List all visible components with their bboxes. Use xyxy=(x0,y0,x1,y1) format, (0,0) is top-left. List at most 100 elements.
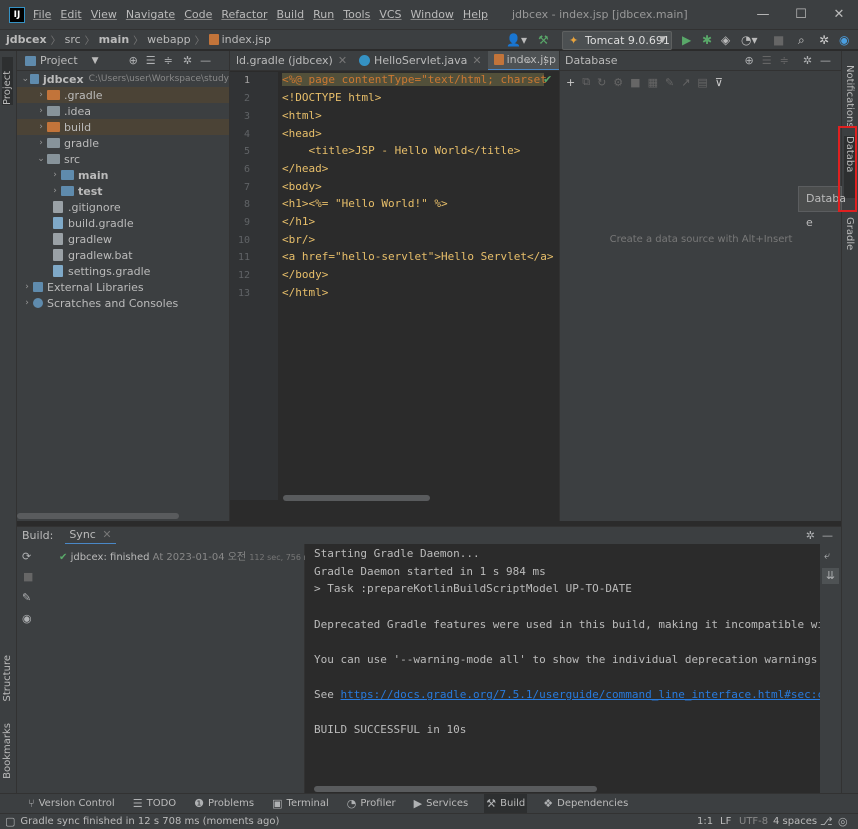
tree-item-gradle-dir[interactable]: › .gradle xyxy=(17,87,229,103)
expand-all-icon[interactable]: ≑ xyxy=(164,54,173,67)
status-message[interactable]: Gradle sync finished in 12 s 708 ms (mom… xyxy=(20,816,279,827)
hide-panel-icon[interactable]: — xyxy=(822,529,833,542)
stop-icon[interactable]: ■ xyxy=(630,76,640,89)
breadcrumb-src[interactable]: src xyxy=(65,33,81,46)
tab-services[interactable]: ▶ Services xyxy=(412,794,471,814)
options-gear-icon[interactable]: ✲ xyxy=(806,529,815,542)
tree-item-build-gradle[interactable]: build.gradle xyxy=(17,215,229,231)
tree-item-external-libraries[interactable]: › External Libraries xyxy=(17,279,229,295)
more-options-icon[interactable]: ⋮ xyxy=(540,54,551,67)
hide-panel-icon[interactable]: — xyxy=(200,54,211,67)
menu-view[interactable]: View xyxy=(91,8,117,21)
tree-item-gradle[interactable]: › gradle xyxy=(17,135,229,151)
menu-help[interactable]: Help xyxy=(463,8,488,21)
breadcrumb-project[interactable]: jdbcex xyxy=(6,33,47,46)
tab-sync[interactable]: Sync ✕ xyxy=(65,527,116,545)
docs-link[interactable]: https://docs.gradle.org/7.5.1/userguide/… xyxy=(341,688,821,701)
build-hammer-icon[interactable]: ⚒ xyxy=(538,30,549,51)
soft-wrap-icon[interactable]: ⤶ xyxy=(824,549,830,563)
add-icon[interactable]: + xyxy=(566,76,575,89)
tree-item-main[interactable]: › main xyxy=(17,167,229,183)
scroll-to-end-icon[interactable]: ⇊ xyxy=(822,568,839,584)
code-line[interactable]: </body> xyxy=(282,268,328,281)
horizontal-scrollbar[interactable] xyxy=(17,513,179,519)
jump-icon[interactable]: ↗ xyxy=(681,76,690,89)
pin-icon[interactable]: ✎ xyxy=(22,591,31,604)
console-icon[interactable]: ▤ xyxy=(697,76,707,89)
tab-todo[interactable]: ☰ TODO xyxy=(131,794,178,814)
close-tab-icon[interactable]: ✕ xyxy=(102,528,111,541)
hide-panel-icon[interactable]: — xyxy=(820,54,831,67)
tree-item-gitignore[interactable]: .gitignore xyxy=(17,199,229,215)
structure-tool-button[interactable]: Structure xyxy=(2,655,13,702)
stop-icon[interactable]: ■ xyxy=(773,30,784,51)
user-icon[interactable]: 👤▾ xyxy=(506,30,527,51)
filter-icon[interactable]: ⊽ xyxy=(715,76,723,89)
tree-item-settings-gradle[interactable]: settings.gradle xyxy=(17,263,229,279)
tab-dependencies[interactable]: ❖ Dependencies xyxy=(541,794,630,814)
horizontal-scrollbar[interactable] xyxy=(283,495,430,501)
tab-hello-servlet[interactable]: HelloServlet.java ✕ xyxy=(353,51,488,70)
tree-item-test[interactable]: › test xyxy=(17,183,229,199)
code-line[interactable]: <body> xyxy=(282,180,322,193)
build-console[interactable]: Starting Gradle Daemon... Gradle Daemon … xyxy=(305,544,820,793)
code-line[interactable]: <html> xyxy=(282,109,322,122)
eye-icon[interactable]: ◉ xyxy=(22,612,32,625)
close-tab-icon[interactable]: ✕ xyxy=(472,51,481,70)
menu-window[interactable]: Window xyxy=(411,8,454,21)
chevron-down-icon[interactable]: ▼ xyxy=(92,56,99,66)
sync-icon[interactable]: ⟳ xyxy=(22,550,31,563)
edit-icon[interactable]: ✎ xyxy=(665,76,674,89)
menu-code[interactable]: Code xyxy=(184,8,212,21)
code-line[interactable]: </h1> xyxy=(282,215,315,228)
menu-edit[interactable]: Edit xyxy=(60,8,81,21)
gradle-tool-button[interactable]: Gradle xyxy=(844,217,855,250)
close-tab-icon[interactable]: ✕ xyxy=(338,51,347,70)
minimize-icon[interactable]: — xyxy=(744,0,782,29)
memory-indicator-icon[interactable]: ◎ xyxy=(838,815,848,828)
jetbrains-icon[interactable]: ◉ xyxy=(839,30,849,51)
tree-item-gradlew[interactable]: gradlew xyxy=(17,231,229,247)
tree-item-build[interactable]: › build xyxy=(17,119,229,135)
settings-gear-icon[interactable]: ✲ xyxy=(819,30,829,51)
breadcrumb-file[interactable]: index.jsp xyxy=(222,33,271,46)
code-line[interactable]: </html> xyxy=(282,286,328,299)
code-line[interactable]: <head> xyxy=(282,127,322,140)
tree-item-src[interactable]: ⌄ src xyxy=(17,151,229,167)
code-line[interactable]: <a href="hello-servlet">Hello Servlet</a… xyxy=(282,250,554,263)
locate-icon[interactable]: ⊕ xyxy=(129,54,138,67)
git-branch-icon[interactable]: ⎇ xyxy=(820,815,833,828)
tree-item-root[interactable]: ⌄ jdbcex C:\Users\user\Workspace\study xyxy=(17,71,229,87)
project-tool-button[interactable]: Project xyxy=(2,57,13,105)
profile-icon[interactable]: ◔▾ xyxy=(741,30,758,51)
tab-problems[interactable]: ❶ Problems xyxy=(192,794,256,814)
chevron-down-icon[interactable]: ⌄ xyxy=(525,55,533,66)
collapse-all-icon[interactable]: ☰ xyxy=(146,54,156,67)
notifications-tool-button[interactable]: Notifications xyxy=(844,65,855,128)
menu-tools[interactable]: Tools xyxy=(343,8,370,21)
options-gear-icon[interactable]: ✲ xyxy=(803,54,812,67)
options-gear-icon[interactable]: ✲ xyxy=(183,54,192,67)
add-data-source-icon[interactable]: ⊕ xyxy=(745,54,754,67)
breadcrumb-webapp[interactable]: webapp xyxy=(147,33,190,46)
refresh-icon[interactable]: ↻ xyxy=(597,76,606,89)
indent-setting[interactable]: 4 spaces xyxy=(773,816,817,827)
menu-navigate[interactable]: Navigate xyxy=(126,8,175,21)
search-icon[interactable]: ⌕ xyxy=(798,30,805,51)
tab-version-control[interactable]: ⑂ Version Control xyxy=(26,794,117,814)
code-line[interactable]: <br/> xyxy=(282,233,315,246)
tree-item-gradlew-bat[interactable]: gradlew.bat xyxy=(17,247,229,263)
code-line[interactable]: <%@ page contentType="text/html; charset xyxy=(282,73,547,86)
menu-run[interactable]: Run xyxy=(313,8,334,21)
tree-item-scratches[interactable]: › Scratches and Consoles xyxy=(17,295,229,311)
schema-icon[interactable]: ⚙ xyxy=(613,76,623,89)
menu-vcs[interactable]: VCS xyxy=(379,8,401,21)
expand-all-icon[interactable]: ≑ xyxy=(780,54,789,67)
project-panel-title[interactable]: Project xyxy=(40,54,78,67)
run-icon[interactable]: ▶ xyxy=(682,30,691,51)
bookmarks-tool-button[interactable]: Bookmarks xyxy=(2,723,13,779)
menu-build[interactable]: Build xyxy=(277,8,305,21)
menu-file[interactable]: File xyxy=(33,8,51,21)
table-icon[interactable]: ▦ xyxy=(648,76,658,89)
tree-item-idea[interactable]: › .idea xyxy=(17,103,229,119)
